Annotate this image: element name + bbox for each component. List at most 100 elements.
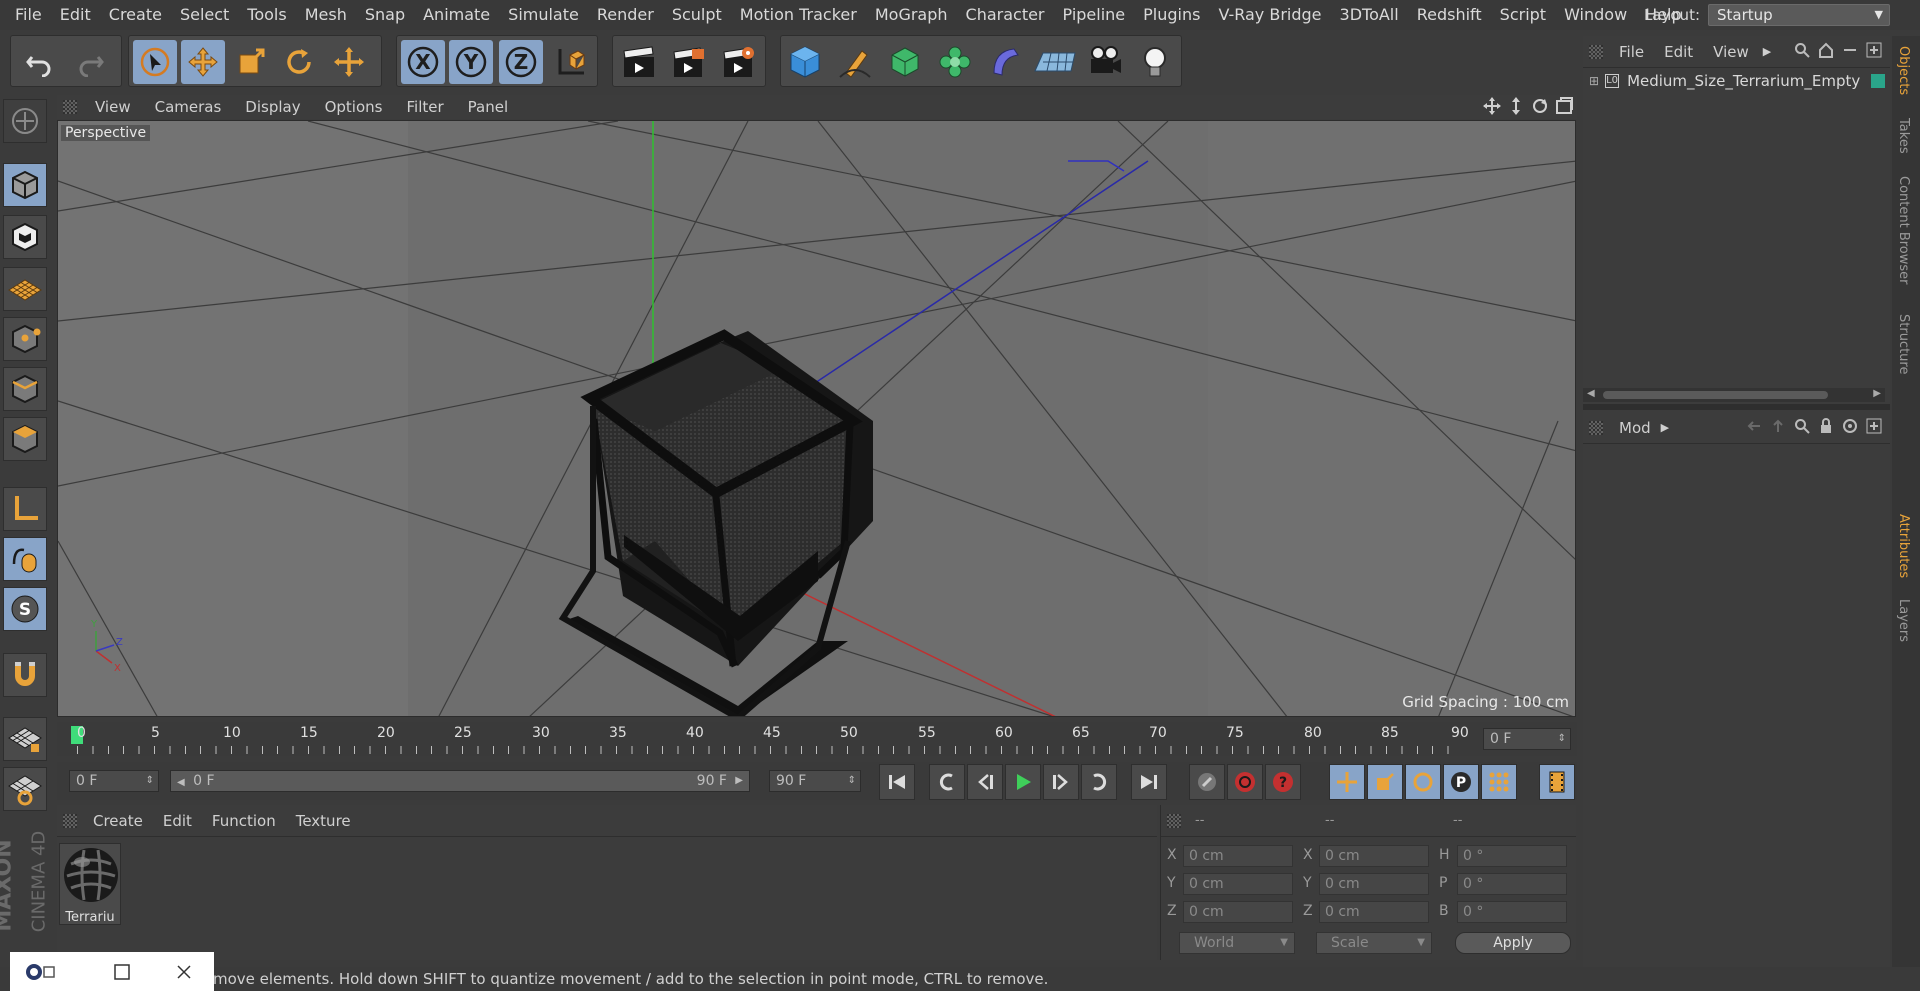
scale-dropdown[interactable]: Scale ▼: [1316, 932, 1432, 954]
chevron-right-icon[interactable]: ▶: [1763, 45, 1771, 58]
tag-icon[interactable]: [1871, 74, 1885, 88]
menu-snap[interactable]: Snap: [356, 0, 414, 30]
key-rotation-button[interactable]: [1405, 764, 1441, 800]
chevron-left-icon[interactable]: ◀: [1587, 388, 1595, 399]
lock-icon[interactable]: [1818, 418, 1834, 434]
object-row[interactable]: ⊞ L0 Medium_Size_Terrarium_Empty: [1583, 68, 1885, 94]
menu-redshift[interactable]: Redshift: [1408, 0, 1491, 30]
menu-3dtoall[interactable]: 3DToAll: [1331, 0, 1408, 30]
make-editable-button[interactable]: [3, 99, 47, 143]
locked-workplane-button[interactable]: [3, 717, 47, 761]
timeline-ruler[interactable]: 0 5 10 15 20 25 30 35 40 45 50 55 60 65 …: [57, 722, 1577, 756]
cube-object-button[interactable]: [783, 40, 827, 84]
cloner-button[interactable]: [933, 40, 977, 84]
min-frame-field[interactable]: 0 F ⇕: [69, 770, 159, 792]
scroll-thumb[interactable]: [1603, 391, 1828, 399]
undo-button[interactable]: [17, 40, 61, 84]
pos-x-field[interactable]: 0 cm: [1183, 845, 1293, 867]
stepper-icon[interactable]: ⇕: [146, 771, 154, 791]
panel-divider[interactable]: [1583, 404, 1890, 410]
stepper-icon[interactable]: ⇕: [1558, 729, 1566, 749]
menu-edit[interactable]: Edit: [51, 0, 100, 30]
floor-button[interactable]: [1033, 40, 1077, 84]
deformer-button[interactable]: [983, 40, 1027, 84]
previous-key-button[interactable]: [929, 764, 965, 800]
coordinate-system-button[interactable]: [549, 40, 593, 84]
texture-mode-button[interactable]: [3, 215, 47, 259]
viewport-menu-filter[interactable]: Filter: [394, 98, 455, 116]
tab-layers[interactable]: Layers: [1896, 599, 1911, 642]
rotate-view-icon[interactable]: [1531, 97, 1549, 115]
size-z-field[interactable]: 0 cm: [1319, 901, 1429, 923]
redo-button[interactable]: [69, 40, 113, 84]
menu-vray-bridge[interactable]: V-Ray Bridge: [1209, 0, 1330, 30]
menu-mograph[interactable]: MoGraph: [866, 0, 957, 30]
close-icon[interactable]: [176, 964, 192, 980]
menu-mesh[interactable]: Mesh: [296, 0, 356, 30]
planar-workplane-button[interactable]: [3, 767, 47, 811]
move-tool-button[interactable]: [181, 40, 225, 84]
key-pla-button[interactable]: [1481, 764, 1517, 800]
drag-handle-icon[interactable]: [63, 100, 77, 114]
attributes-mode-menu[interactable]: Mod: [1609, 419, 1661, 437]
perspective-viewport[interactable]: Y X Z Perspective Grid Spacing : 100 cm: [57, 120, 1576, 717]
key-scale-button[interactable]: [1367, 764, 1403, 800]
maximize-view-icon[interactable]: [1555, 97, 1573, 115]
viewport-menu-display[interactable]: Display: [233, 98, 312, 116]
camera-button[interactable]: [1083, 40, 1127, 84]
next-key-button[interactable]: [1081, 764, 1117, 800]
rot-b-field[interactable]: 0 °: [1457, 901, 1567, 923]
drag-handle-icon[interactable]: [1167, 813, 1181, 828]
key-position-button[interactable]: [1329, 764, 1365, 800]
viewport-menu-view[interactable]: View: [83, 98, 143, 116]
chevron-right-icon[interactable]: ▶: [1873, 388, 1881, 399]
key-parameter-button[interactable]: P: [1443, 764, 1479, 800]
timeline-window-button[interactable]: [1539, 764, 1575, 800]
rotate-tool-button[interactable]: [277, 40, 321, 84]
menu-script[interactable]: Script: [1491, 0, 1555, 30]
x-axis-toggle[interactable]: X: [401, 40, 445, 84]
max-frame-field[interactable]: 90 F ⇕: [769, 770, 861, 792]
drag-handle-icon[interactable]: [1589, 44, 1603, 59]
scale-tool-button[interactable]: [229, 40, 273, 84]
maximize-icon[interactable]: [114, 963, 130, 980]
layout-dropdown[interactable]: Startup ▼: [1708, 4, 1890, 26]
previous-frame-button[interactable]: [967, 764, 1003, 800]
points-mode-button[interactable]: [3, 317, 47, 361]
render-view-button[interactable]: [617, 40, 661, 84]
pos-y-field[interactable]: 0 cm: [1183, 873, 1293, 895]
tab-attributes[interactable]: Attributes: [1896, 514, 1911, 578]
menu-select[interactable]: Select: [171, 0, 238, 30]
world-dropdown[interactable]: World ▼: [1179, 932, 1295, 954]
apply-button[interactable]: Apply: [1455, 932, 1571, 954]
menu-create[interactable]: Create: [100, 0, 171, 30]
drag-handle-icon[interactable]: [1589, 420, 1603, 435]
search-icon[interactable]: [1794, 42, 1810, 58]
menu-animate[interactable]: Animate: [414, 0, 499, 30]
current-frame-field[interactable]: 0 F ⇕: [1483, 728, 1571, 750]
material-menu-function[interactable]: Function: [202, 812, 286, 830]
viewport-menu-cameras[interactable]: Cameras: [143, 98, 234, 116]
menu-motion-tracker[interactable]: Motion Tracker: [731, 0, 866, 30]
material-menu-edit[interactable]: Edit: [153, 812, 202, 830]
new-panel-icon[interactable]: [1866, 418, 1882, 434]
autokeying-button[interactable]: [1227, 764, 1263, 800]
size-y-field[interactable]: 0 cm: [1319, 873, 1429, 895]
snapping-button[interactable]: [3, 653, 47, 697]
z-axis-toggle[interactable]: Z: [499, 40, 543, 84]
material-menu-create[interactable]: Create: [83, 812, 153, 830]
menu-window[interactable]: Window: [1555, 0, 1636, 30]
arrow-back-icon[interactable]: [1746, 418, 1762, 434]
preview-range-slider[interactable]: ◀ 0 F 90 F ▶: [170, 770, 750, 792]
zoom-view-icon[interactable]: [1507, 97, 1525, 115]
viewport-menu-panel[interactable]: Panel: [456, 98, 520, 116]
new-panel-icon[interactable]: [1866, 42, 1882, 58]
rot-p-field[interactable]: 0 °: [1457, 873, 1567, 895]
menu-plugins[interactable]: Plugins: [1134, 0, 1209, 30]
menu-pipeline[interactable]: Pipeline: [1054, 0, 1135, 30]
menu-file[interactable]: File: [6, 0, 51, 30]
keyframe-selection-button[interactable]: ?: [1265, 764, 1301, 800]
object-hscrollbar[interactable]: ◀ ▶: [1583, 388, 1885, 402]
viewport-menu-options[interactable]: Options: [313, 98, 395, 116]
pos-z-field[interactable]: 0 cm: [1183, 901, 1293, 923]
